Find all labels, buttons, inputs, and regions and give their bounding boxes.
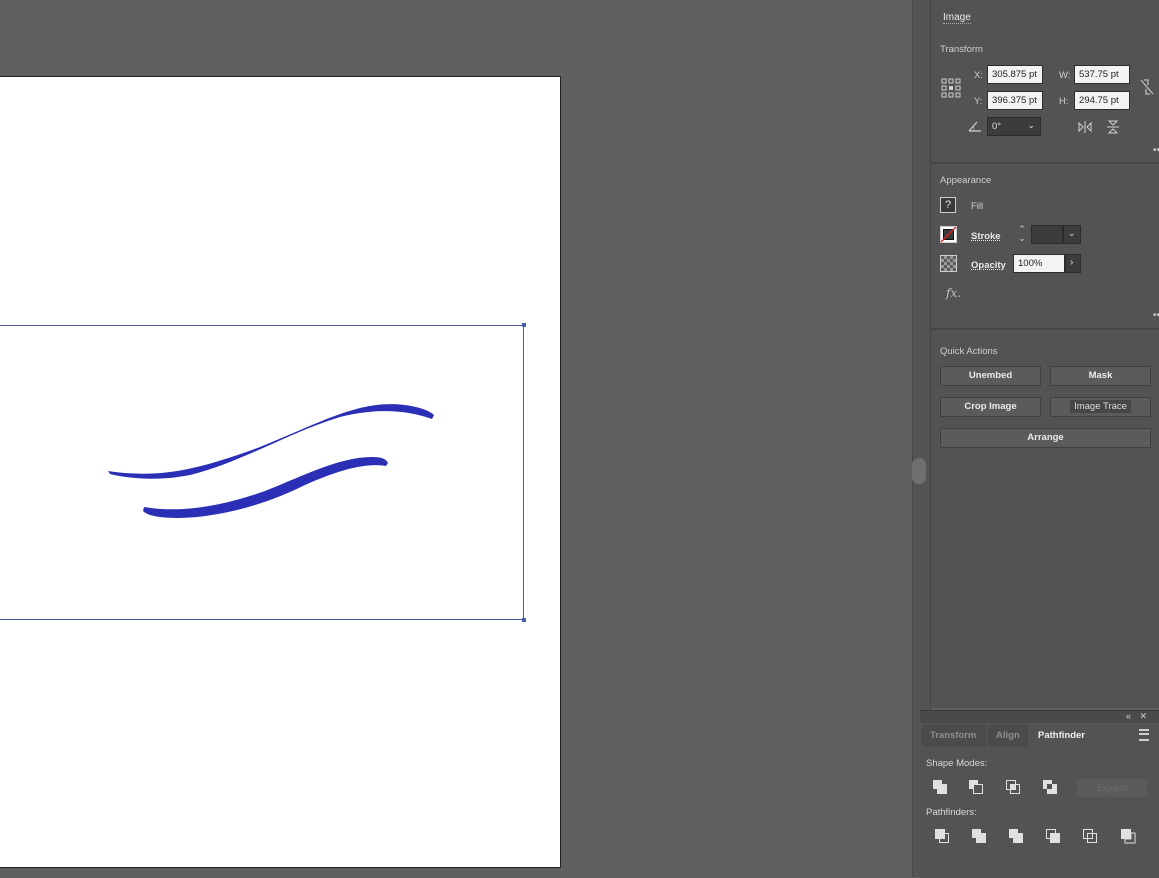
constrain-proportions-link-icon[interactable] [1139,78,1155,96]
quick-actions-section-title: Quick Actions [940,346,998,357]
y-position-field[interactable]: 396.375 pt [987,91,1043,110]
shape-modes-label: Shape Modes: [926,758,988,769]
tab-pathfinder[interactable]: Pathfinder [1030,725,1098,747]
more-options-icon[interactable]: •• [1153,145,1159,156]
transform-section-title: Transform [940,44,983,55]
rotate-angle-value: 0° [992,121,1002,132]
appearance-section-title: Appearance [940,175,992,186]
image-trace-button[interactable]: Image Trace [1050,397,1151,417]
tab-transform[interactable]: Transform [922,725,986,747]
fill-swatch-icon[interactable]: ? [940,197,956,213]
stroke-weight-dropdown[interactable]: ⌄ [1063,225,1081,244]
panel-title-bar[interactable]: « ✕ [920,711,1159,723]
width-field[interactable]: 537.75 pt [1074,65,1130,84]
flip-horizontal-icon[interactable] [1078,121,1092,133]
x-label: X: [974,70,983,81]
rotate-angle-dropdown[interactable]: 0° ⌄ [987,117,1041,136]
image-trace-label: Image Trace [1070,400,1131,413]
rotate-angle-icon [968,121,981,132]
unembed-button[interactable]: Unembed [940,366,1041,386]
selection-bounding-box[interactable] [0,323,526,622]
crop-image-button[interactable]: Crop Image [940,397,1041,417]
merge-icon[interactable] [1008,828,1024,844]
intersect-icon[interactable] [1005,779,1021,795]
unite-icon[interactable] [932,779,948,795]
selection-handle-top-right[interactable] [522,323,526,327]
stroke-swatch-icon[interactable] [940,226,957,243]
chevron-down-icon: ⌄ [1068,228,1076,238]
tab-align[interactable]: Align [988,725,1028,747]
artboard[interactable] [0,76,561,868]
selection-handle-bottom-right[interactable] [522,618,526,622]
height-field[interactable]: 294.75 pt [1074,91,1130,110]
canvas-area[interactable] [0,0,912,877]
close-panel-icon[interactable]: ✕ [1139,711,1147,722]
pathfinders-label: Pathfinders: [926,807,977,818]
collapse-panel-icon[interactable]: « [1126,711,1131,721]
divide-icon[interactable] [934,828,950,844]
properties-panel: Image Transform X: 305.875 pt W: 537.75 … [930,0,1159,708]
minus-front-icon[interactable] [968,779,984,795]
reference-point-icon[interactable] [941,78,961,98]
fill-label: Fill [971,201,984,212]
opacity-label[interactable]: Opacity [971,260,1006,271]
y-label: Y: [974,96,983,107]
x-position-field[interactable]: 305.875 pt [987,65,1043,84]
trim-icon[interactable] [971,828,987,844]
crop-icon[interactable] [1045,828,1061,844]
exclude-icon[interactable] [1042,779,1058,795]
h-label: H: [1059,96,1069,107]
minus-back-icon[interactable] [1120,828,1136,844]
arrange-button[interactable]: Arrange [940,428,1151,448]
scrollbar-thumb[interactable] [912,458,926,484]
mask-button[interactable]: Mask [1050,366,1151,386]
section-divider [931,328,1159,330]
w-label: W: [1059,70,1071,81]
opacity-field[interactable]: 100% [1013,254,1065,273]
chevron-down-icon: ⌄ [1027,120,1035,130]
object-type-label: Image [943,12,971,24]
pathfinder-panel: « ✕ Transform Align Pathfinder Shape Mod… [920,710,1159,878]
fx-effects-button[interactable]: fx. [946,286,961,300]
outline-icon[interactable] [1082,828,1098,844]
more-options-icon[interactable]: •• [1153,310,1159,321]
panel-menu-icon[interactable] [1139,729,1149,741]
opacity-expand-button[interactable]: › [1065,254,1081,273]
stroke-label[interactable]: Stroke [971,231,1001,242]
section-divider [931,162,1159,164]
stroke-weight-field[interactable] [1031,225,1063,244]
stroke-weight-stepper[interactable]: ⌃ ⌄ [1015,225,1029,244]
flip-vertical-icon[interactable] [1107,120,1119,134]
opacity-checker-icon[interactable] [940,255,957,272]
expand-button[interactable]: Expand [1076,778,1148,798]
chevron-right-icon: › [1070,257,1074,268]
